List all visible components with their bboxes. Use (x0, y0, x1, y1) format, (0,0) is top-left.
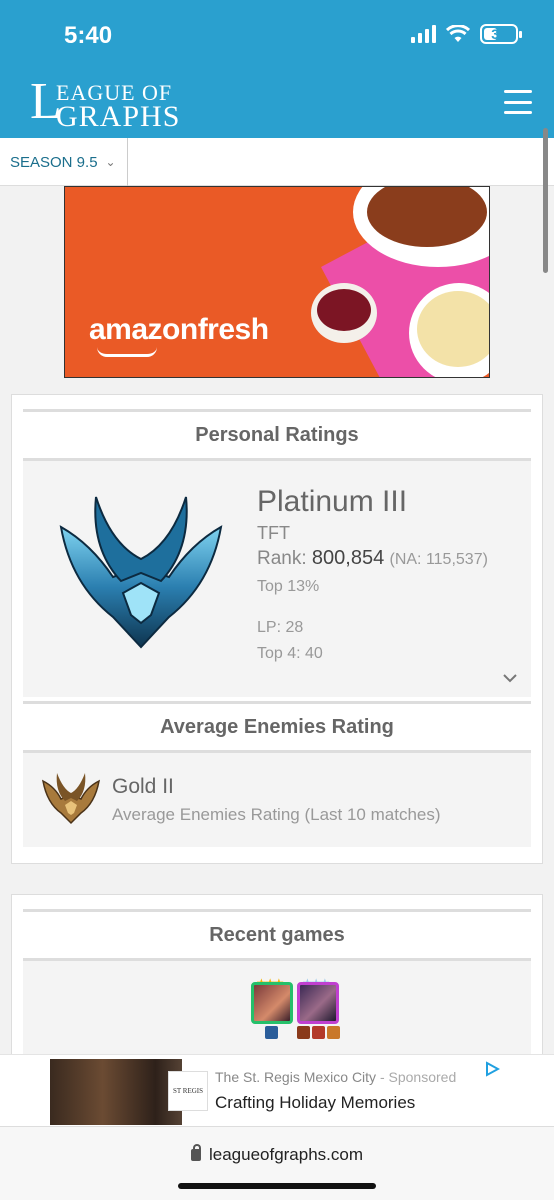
signal-icon (411, 25, 436, 43)
status-icons: 37 (411, 24, 522, 44)
season-select[interactable]: SEASON 9.5 ⌄ (0, 138, 128, 186)
rank-region: (NA: 115,537) (389, 551, 488, 568)
season-select-value: SEASON 9.5 (10, 153, 98, 171)
chevron-down-icon[interactable] (503, 671, 517, 685)
st-regis-logo: ST REGIS (168, 1071, 208, 1111)
average-enemies-tier: Gold II (112, 775, 174, 798)
rank-info: Platinum III TFT Rank: 800,854 (NA: 115,… (257, 483, 488, 667)
platinum-emblem-icon (59, 496, 223, 649)
url-display[interactable]: leagueofgraphs.com (0, 1144, 554, 1165)
status-bar: 5:40 37 (0, 0, 554, 62)
ad-headline: Crafting Holiday Memories (215, 1093, 416, 1112)
wifi-icon (446, 25, 470, 42)
average-enemies-subtitle: Average Enemies Rating (Last 10 matches) (112, 805, 441, 824)
chevron-down-icon: ⌄ (105, 155, 116, 169)
scrollbar-thumb[interactable] (543, 128, 548, 273)
ratings-card: Personal Ratings Platinum III TFT Rank: … (11, 394, 543, 864)
gold-emblem-icon (41, 773, 101, 825)
ad-sponsored-label: Sponsored (388, 1069, 457, 1085)
average-enemies-title: Average Enemies Rating (23, 701, 531, 753)
item-icons (265, 1026, 278, 1039)
battery-icon: 37 (480, 24, 522, 44)
ad-cranberry (317, 289, 371, 331)
champion-portrait[interactable] (297, 982, 339, 1024)
ad-mashed-potato (417, 291, 489, 367)
tier-name: Platinum III (257, 485, 408, 518)
home-indicator[interactable] (178, 1183, 376, 1189)
personal-ratings-title: Personal Ratings (23, 409, 531, 461)
status-time: 5:40 (64, 22, 113, 49)
average-enemies-info: Gold II Average Enemies Rating (Last 10 … (112, 773, 441, 829)
battery-level: 37 (491, 26, 507, 42)
average-enemies-panel: Gold II Average Enemies Rating (Last 10 … (23, 753, 531, 847)
bottom-banner-ad[interactable]: ST REGIS The St. Regis Mexico City - Spo… (0, 1054, 554, 1126)
amazon-smile-icon (97, 347, 157, 357)
amazon-fresh-ad[interactable]: amazonfresh (64, 186, 490, 378)
ad-brand: amazonfresh (89, 313, 269, 346)
ad-advertiser: The St. Regis Mexico City (215, 1069, 377, 1085)
browser-url-bar[interactable]: leagueofgraphs.com (0, 1126, 554, 1200)
top-percent: Top 13% (257, 578, 320, 595)
ad-sponsor-line: The St. Regis Mexico City - Sponsored (215, 1069, 457, 1085)
recent-games-title: Recent games (23, 909, 531, 961)
url-text: leagueofgraphs.com (208, 1145, 364, 1164)
site-header: L EAGUE OF GRAPHS (0, 62, 554, 138)
ad-thumbnail (50, 1059, 182, 1125)
rank-label: Rank: (257, 548, 307, 569)
personal-ratings-panel: Platinum III TFT Rank: 800,854 (NA: 115,… (23, 461, 531, 697)
rank-line: Rank: 800,854 (NA: 115,537) (257, 545, 488, 573)
queue-name: TFT (257, 523, 290, 543)
lp-value: LP: 28 (257, 619, 304, 636)
lock-icon (190, 1144, 201, 1161)
champion-portrait[interactable] (251, 982, 293, 1024)
item-icons (297, 1026, 340, 1039)
season-bar: SEASON 9.5 ⌄ (0, 138, 554, 186)
menu-icon[interactable] (504, 90, 532, 114)
rank-value: 800,854 (311, 547, 385, 569)
top4-value: Top 4: 40 (257, 645, 323, 662)
logo-line-2: GRAPHS (56, 100, 181, 133)
adchoices-icon[interactable] (484, 1061, 500, 1077)
